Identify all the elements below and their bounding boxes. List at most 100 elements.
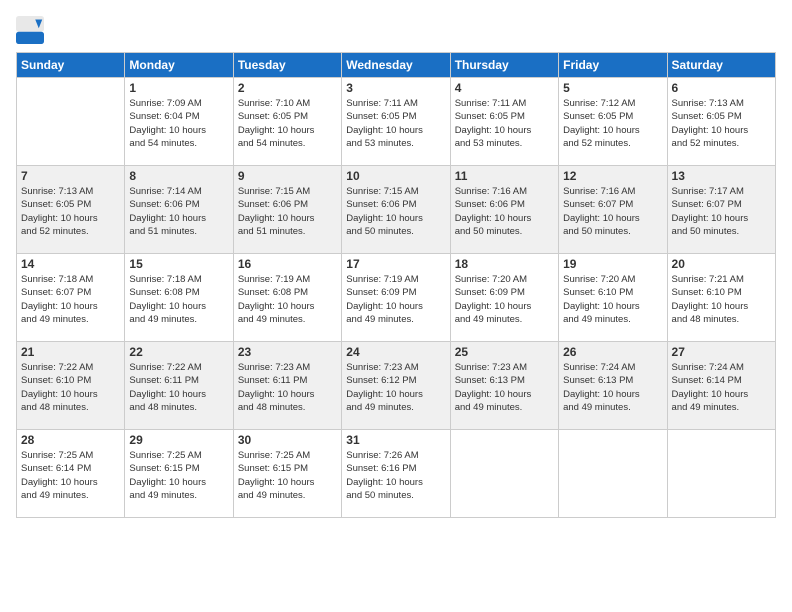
day-info: Sunrise: 7:26 AM Sunset: 6:16 PM Dayligh… [346,449,445,502]
day-info: Sunrise: 7:19 AM Sunset: 6:09 PM Dayligh… [346,273,445,326]
calendar-day-cell: 18 Sunrise: 7:20 AM Sunset: 6:09 PM Dayli… [450,254,558,342]
calendar-day-cell: 14 Sunrise: 7:18 AM Sunset: 6:07 PM Dayli… [17,254,125,342]
calendar-day-cell: 12Sunrise: 7:16 AM Sunset: 6:07 PM Dayli… [559,166,667,254]
calendar-day-cell: 24 Sunrise: 7:23 AM Sunset: 6:12 PM Dayli… [342,342,450,430]
calendar-day-cell [667,430,775,518]
weekday-header-sunday: Sunday [17,53,125,78]
day-number: 22 [129,345,228,359]
calendar-day-cell [450,430,558,518]
calendar-week-row: 14 Sunrise: 7:18 AM Sunset: 6:07 PM Dayli… [17,254,776,342]
calendar-day-cell: 23Sunrise: 7:23 AM Sunset: 6:11 PM Dayli… [233,342,341,430]
day-number: 27 [672,345,771,359]
day-number: 30 [238,433,337,447]
calendar-day-cell: 20Sunrise: 7:21 AM Sunset: 6:10 PM Dayli… [667,254,775,342]
day-number: 31 [346,433,445,447]
day-info: Sunrise: 7:22 AM Sunset: 6:10 PM Dayligh… [21,361,120,414]
calendar-week-row: 7 Sunrise: 7:13 AM Sunset: 6:05 PM Daylig… [17,166,776,254]
day-number: 28 [21,433,120,447]
day-info: Sunrise: 7:25 AM Sunset: 6:14 PM Dayligh… [21,449,120,502]
weekday-header-row: SundayMondayTuesdayWednesdayThursdayFrid… [17,53,776,78]
day-info: Sunrise: 7:17 AM Sunset: 6:07 PM Dayligh… [672,185,771,238]
calendar-container: SundayMondayTuesdayWednesdayThursdayFrid… [0,0,792,612]
day-number: 15 [129,257,228,271]
calendar-day-cell: 22Sunrise: 7:22 AM Sunset: 6:11 PM Dayli… [125,342,233,430]
calendar-day-cell: 5Sunrise: 7:12 AM Sunset: 6:05 PM Daylig… [559,78,667,166]
day-info: Sunrise: 7:14 AM Sunset: 6:06 PM Dayligh… [129,185,228,238]
day-number: 17 [346,257,445,271]
day-info: Sunrise: 7:16 AM Sunset: 6:07 PM Dayligh… [563,185,662,238]
day-number: 11 [455,169,554,183]
day-number: 10 [346,169,445,183]
day-number: 3 [346,81,445,95]
day-number: 2 [238,81,337,95]
calendar-day-cell: 13 Sunrise: 7:17 AM Sunset: 6:07 PM Dayli… [667,166,775,254]
day-info: Sunrise: 7:11 AM Sunset: 6:05 PM Dayligh… [346,97,445,150]
weekday-header-thursday: Thursday [450,53,558,78]
calendar-week-row: 1Sunrise: 7:09 AM Sunset: 6:04 PM Daylig… [17,78,776,166]
day-info: Sunrise: 7:23 AM Sunset: 6:11 PM Dayligh… [238,361,337,414]
day-number: 4 [455,81,554,95]
calendar-day-cell: 3 Sunrise: 7:11 AM Sunset: 6:05 PM Daylig… [342,78,450,166]
calendar-day-cell: 25 Sunrise: 7:23 AM Sunset: 6:13 PM Dayli… [450,342,558,430]
calendar-day-cell: 9 Sunrise: 7:15 AM Sunset: 6:06 PM Daylig… [233,166,341,254]
calendar-day-cell: 11 Sunrise: 7:16 AM Sunset: 6:06 PM Dayli… [450,166,558,254]
day-number: 29 [129,433,228,447]
day-number: 14 [21,257,120,271]
day-number: 18 [455,257,554,271]
day-info: Sunrise: 7:23 AM Sunset: 6:13 PM Dayligh… [455,361,554,414]
day-info: Sunrise: 7:13 AM Sunset: 6:05 PM Dayligh… [21,185,120,238]
calendar-day-cell: 2 Sunrise: 7:10 AM Sunset: 6:05 PM Daylig… [233,78,341,166]
logo [16,16,48,44]
calendar-day-cell: 28 Sunrise: 7:25 AM Sunset: 6:14 PM Dayli… [17,430,125,518]
calendar-day-cell: 27Sunrise: 7:24 AM Sunset: 6:14 PM Dayli… [667,342,775,430]
day-number: 6 [672,81,771,95]
day-number: 19 [563,257,662,271]
weekday-header-monday: Monday [125,53,233,78]
calendar-day-cell: 30 Sunrise: 7:25 AM Sunset: 6:15 PM Dayli… [233,430,341,518]
day-number: 9 [238,169,337,183]
calendar-day-cell: 7 Sunrise: 7:13 AM Sunset: 6:05 PM Daylig… [17,166,125,254]
day-info: Sunrise: 7:18 AM Sunset: 6:07 PM Dayligh… [21,273,120,326]
day-number: 24 [346,345,445,359]
day-info: Sunrise: 7:11 AM Sunset: 6:05 PM Dayligh… [455,97,554,150]
weekday-header-saturday: Saturday [667,53,775,78]
day-info: Sunrise: 7:15 AM Sunset: 6:06 PM Dayligh… [238,185,337,238]
day-number: 25 [455,345,554,359]
day-info: Sunrise: 7:13 AM Sunset: 6:05 PM Dayligh… [672,97,771,150]
calendar-day-cell: 6 Sunrise: 7:13 AM Sunset: 6:05 PM Daylig… [667,78,775,166]
calendar-day-cell: 16Sunrise: 7:19 AM Sunset: 6:08 PM Dayli… [233,254,341,342]
calendar-day-cell: 1Sunrise: 7:09 AM Sunset: 6:04 PM Daylig… [125,78,233,166]
day-info: Sunrise: 7:23 AM Sunset: 6:12 PM Dayligh… [346,361,445,414]
calendar-day-cell: 29 Sunrise: 7:25 AM Sunset: 6:15 PM Dayli… [125,430,233,518]
day-number: 20 [672,257,771,271]
day-info: Sunrise: 7:20 AM Sunset: 6:09 PM Dayligh… [455,273,554,326]
day-number: 26 [563,345,662,359]
header [16,16,776,44]
calendar-day-cell: 26 Sunrise: 7:24 AM Sunset: 6:13 PM Dayli… [559,342,667,430]
day-number: 13 [672,169,771,183]
weekday-header-tuesday: Tuesday [233,53,341,78]
calendar-day-cell [559,430,667,518]
calendar-table: SundayMondayTuesdayWednesdayThursdayFrid… [16,52,776,518]
day-info: Sunrise: 7:25 AM Sunset: 6:15 PM Dayligh… [238,449,337,502]
day-number: 16 [238,257,337,271]
calendar-day-cell: 8Sunrise: 7:14 AM Sunset: 6:06 PM Daylig… [125,166,233,254]
calendar-day-cell: 10 Sunrise: 7:15 AM Sunset: 6:06 PM Dayli… [342,166,450,254]
day-info: Sunrise: 7:15 AM Sunset: 6:06 PM Dayligh… [346,185,445,238]
day-info: Sunrise: 7:20 AM Sunset: 6:10 PM Dayligh… [563,273,662,326]
calendar-week-row: 21 Sunrise: 7:22 AM Sunset: 6:10 PM Dayli… [17,342,776,430]
calendar-day-cell: 4 Sunrise: 7:11 AM Sunset: 6:05 PM Daylig… [450,78,558,166]
day-info: Sunrise: 7:24 AM Sunset: 6:13 PM Dayligh… [563,361,662,414]
calendar-day-cell: 21 Sunrise: 7:22 AM Sunset: 6:10 PM Dayli… [17,342,125,430]
day-info: Sunrise: 7:12 AM Sunset: 6:05 PM Dayligh… [563,97,662,150]
day-info: Sunrise: 7:10 AM Sunset: 6:05 PM Dayligh… [238,97,337,150]
day-info: Sunrise: 7:16 AM Sunset: 6:06 PM Dayligh… [455,185,554,238]
weekday-header-friday: Friday [559,53,667,78]
weekday-header-wednesday: Wednesday [342,53,450,78]
day-number: 21 [21,345,120,359]
day-info: Sunrise: 7:09 AM Sunset: 6:04 PM Dayligh… [129,97,228,150]
day-number: 7 [21,169,120,183]
calendar-day-cell [17,78,125,166]
day-info: Sunrise: 7:25 AM Sunset: 6:15 PM Dayligh… [129,449,228,502]
calendar-day-cell: 19 Sunrise: 7:20 AM Sunset: 6:10 PM Dayli… [559,254,667,342]
